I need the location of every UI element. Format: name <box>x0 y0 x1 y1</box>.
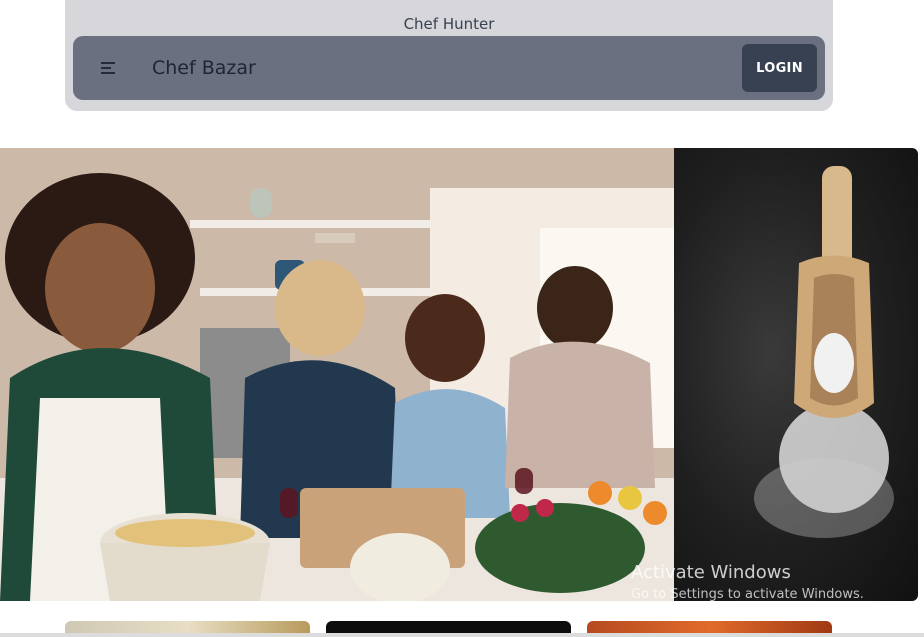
brand-top-title: Chef Hunter <box>403 15 495 33</box>
navbar-title[interactable]: Chef Bazar <box>152 57 256 79</box>
navbar: Chef Bazar LOGIN <box>73 36 825 100</box>
site-header: Chef Hunter Chef Bazar LOGIN <box>65 0 833 111</box>
activate-windows-subtitle: Go to Settings to activate Windows. <box>631 587 864 602</box>
horizontal-scrollbar[interactable] <box>0 633 924 637</box>
hero-image-salt-scoop <box>674 148 918 601</box>
menu-icon[interactable] <box>99 58 119 78</box>
hero-image-cooking-group <box>0 148 674 601</box>
activate-windows-title: Activate Windows <box>631 562 791 583</box>
hero-carousel[interactable] <box>0 148 918 601</box>
login-button[interactable]: LOGIN <box>742 44 817 92</box>
